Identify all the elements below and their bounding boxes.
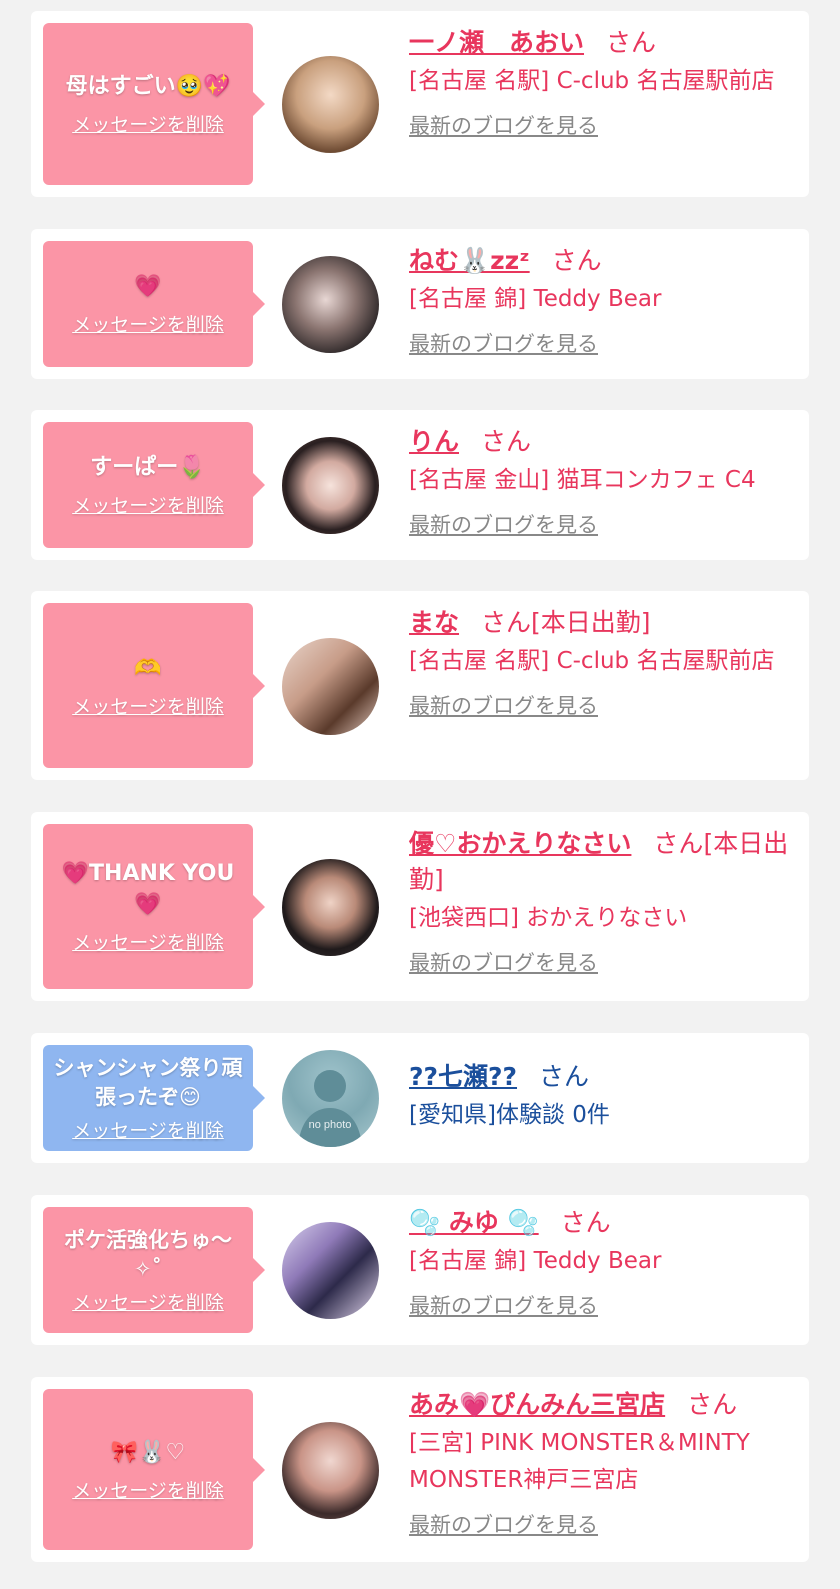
- message-text: 🎀🐰♡: [110, 1439, 186, 1465]
- girl-name-link[interactable]: ねむ🐰zzᶻ: [409, 246, 530, 275]
- message-text: 💗: [134, 274, 162, 299]
- message-text: すーぱー🌷: [90, 455, 206, 480]
- person-silhouette-icon: no photo: [298, 1070, 362, 1147]
- message-bubble: 💗THANK YOU💗 メッセージを削除: [43, 824, 265, 989]
- message-bubble: シャンシャン祭り頑張ったぞ😊 メッセージを削除: [43, 1045, 265, 1151]
- message-card: 🎀🐰♡ メッセージを削除 あみ💗ぴんみん三宮店 さん [三宮] PINK MONS…: [31, 1377, 809, 1562]
- message-text: ポケ活強化ちゅ〜✧˚: [64, 1227, 232, 1281]
- delete-message-link[interactable]: メッセージを削除: [72, 928, 224, 955]
- message-bubble: 🫶 メッセージを削除: [43, 603, 265, 768]
- message-card: 母はすごい🥹💖 メッセージを削除 一ノ瀬 あおい さん [名古屋 名駅] C-cl…: [31, 11, 809, 197]
- girl-name-link[interactable]: 🫧 みゆ 🫧: [409, 1208, 539, 1237]
- shop-name: [名古屋 金山] 猫耳コンカフェ C4: [409, 467, 756, 493]
- honorific: さん: [687, 1390, 738, 1419]
- honorific: さん: [539, 1062, 590, 1091]
- girl-name-link[interactable]: 優♡おかえりなさい: [409, 829, 631, 858]
- no-photo-avatar[interactable]: no photo: [282, 1050, 379, 1147]
- message-text: 💗THANK YOU💗: [61, 861, 235, 917]
- message-bubble: 母はすごい🥹💖 メッセージを削除: [43, 23, 265, 185]
- honorific: さん: [551, 246, 602, 275]
- latest-blog-link[interactable]: 最新のブログを見る: [409, 509, 799, 539]
- girl-name-link[interactable]: 一ノ瀬 あおい: [409, 28, 584, 57]
- shop-name: [名古屋 名駅] C-club 名古屋駅前店: [409, 68, 775, 94]
- message-bubble: 🎀🐰♡ メッセージを削除: [43, 1389, 265, 1550]
- delete-message-link[interactable]: メッセージを削除: [72, 1288, 224, 1315]
- delete-message-link[interactable]: メッセージを削除: [72, 692, 224, 719]
- shop-name: [名古屋 錦] Teddy Bear: [409, 1248, 662, 1274]
- avatar[interactable]: [282, 859, 379, 956]
- message-bubble: ポケ活強化ちゅ〜✧˚ メッセージを削除: [43, 1207, 265, 1333]
- shop-name: [名古屋 錦] Teddy Bear: [409, 286, 662, 312]
- latest-blog-link[interactable]: 最新のブログを見る: [409, 1509, 799, 1539]
- delete-message-link[interactable]: メッセージを削除: [72, 110, 224, 137]
- message-card: すーぱー🌷 メッセージを削除 りん さん [名古屋 金山] 猫耳コンカフェ C4 …: [31, 410, 809, 560]
- shop-name: [池袋西口] おかえりなさい: [409, 905, 688, 931]
- avatar[interactable]: [282, 1222, 379, 1319]
- honorific: さん: [560, 1208, 611, 1237]
- message-bubble: すーぱー🌷 メッセージを削除: [43, 422, 265, 548]
- latest-blog-link[interactable]: 最新のブログを見る: [409, 690, 799, 720]
- delete-message-link[interactable]: メッセージを削除: [72, 1116, 224, 1143]
- message-card: 🫶 メッセージを削除 まな さん[本日出勤] [名古屋 名駅] C-club 名古…: [31, 591, 809, 780]
- girl-name-link[interactable]: りん: [409, 427, 459, 456]
- delete-message-link[interactable]: メッセージを削除: [72, 491, 224, 518]
- honorific: さん: [653, 829, 704, 858]
- avatar[interactable]: [282, 437, 379, 534]
- shop-name: [三宮] PINK MONSTER＆MINTY MONSTER神戸三宮店: [409, 1430, 750, 1493]
- latest-blog-link[interactable]: 最新のブログを見る: [409, 328, 799, 358]
- latest-blog-link[interactable]: 最新のブログを見る: [409, 1290, 799, 1320]
- message-card: シャンシャン祭り頑張ったぞ😊 メッセージを削除 no photo ??七瀬?? さ…: [31, 1033, 809, 1163]
- message-text: 母はすごい🥹💖: [65, 74, 231, 99]
- latest-blog-link[interactable]: 最新のブログを見る: [409, 947, 799, 977]
- shop-name: [名古屋 名駅] C-club 名古屋駅前店: [409, 648, 775, 674]
- review-count: [愛知県]体験談 0件: [409, 1102, 610, 1128]
- honorific: さん: [481, 608, 532, 637]
- girl-name-link[interactable]: あみ💗ぴんみん三宮店: [409, 1390, 665, 1419]
- svg-text:no photo: no photo: [309, 1119, 352, 1131]
- avatar[interactable]: [282, 56, 379, 153]
- delete-message-link[interactable]: メッセージを削除: [72, 1476, 224, 1503]
- attendance-status: [本日出勤]: [531, 608, 651, 637]
- message-text: シャンシャン祭り頑張ったぞ😊: [53, 1055, 243, 1109]
- avatar[interactable]: [282, 638, 379, 735]
- message-card: ポケ活強化ちゅ〜✧˚ メッセージを削除 🫧 みゆ 🫧 さん [名古屋 錦] Ted…: [31, 1195, 809, 1345]
- honorific: さん: [606, 28, 657, 57]
- girl-name-link[interactable]: まな: [409, 608, 459, 637]
- avatar[interactable]: [282, 256, 379, 353]
- latest-blog-link[interactable]: 最新のブログを見る: [409, 110, 799, 140]
- message-text: 🫶: [134, 655, 162, 681]
- avatar[interactable]: [282, 1422, 379, 1519]
- delete-message-link[interactable]: メッセージを削除: [72, 310, 224, 337]
- user-name-link[interactable]: ??七瀬??: [409, 1062, 517, 1091]
- message-bubble: 💗 メッセージを削除: [43, 241, 265, 367]
- honorific: さん: [481, 427, 532, 456]
- message-card: 💗THANK YOU💗 メッセージを削除 優♡おかえりなさい さん[本日出勤] […: [31, 812, 809, 1001]
- message-card: 💗 メッセージを削除 ねむ🐰zzᶻ さん [名古屋 錦] Teddy Bear 最…: [31, 229, 809, 379]
